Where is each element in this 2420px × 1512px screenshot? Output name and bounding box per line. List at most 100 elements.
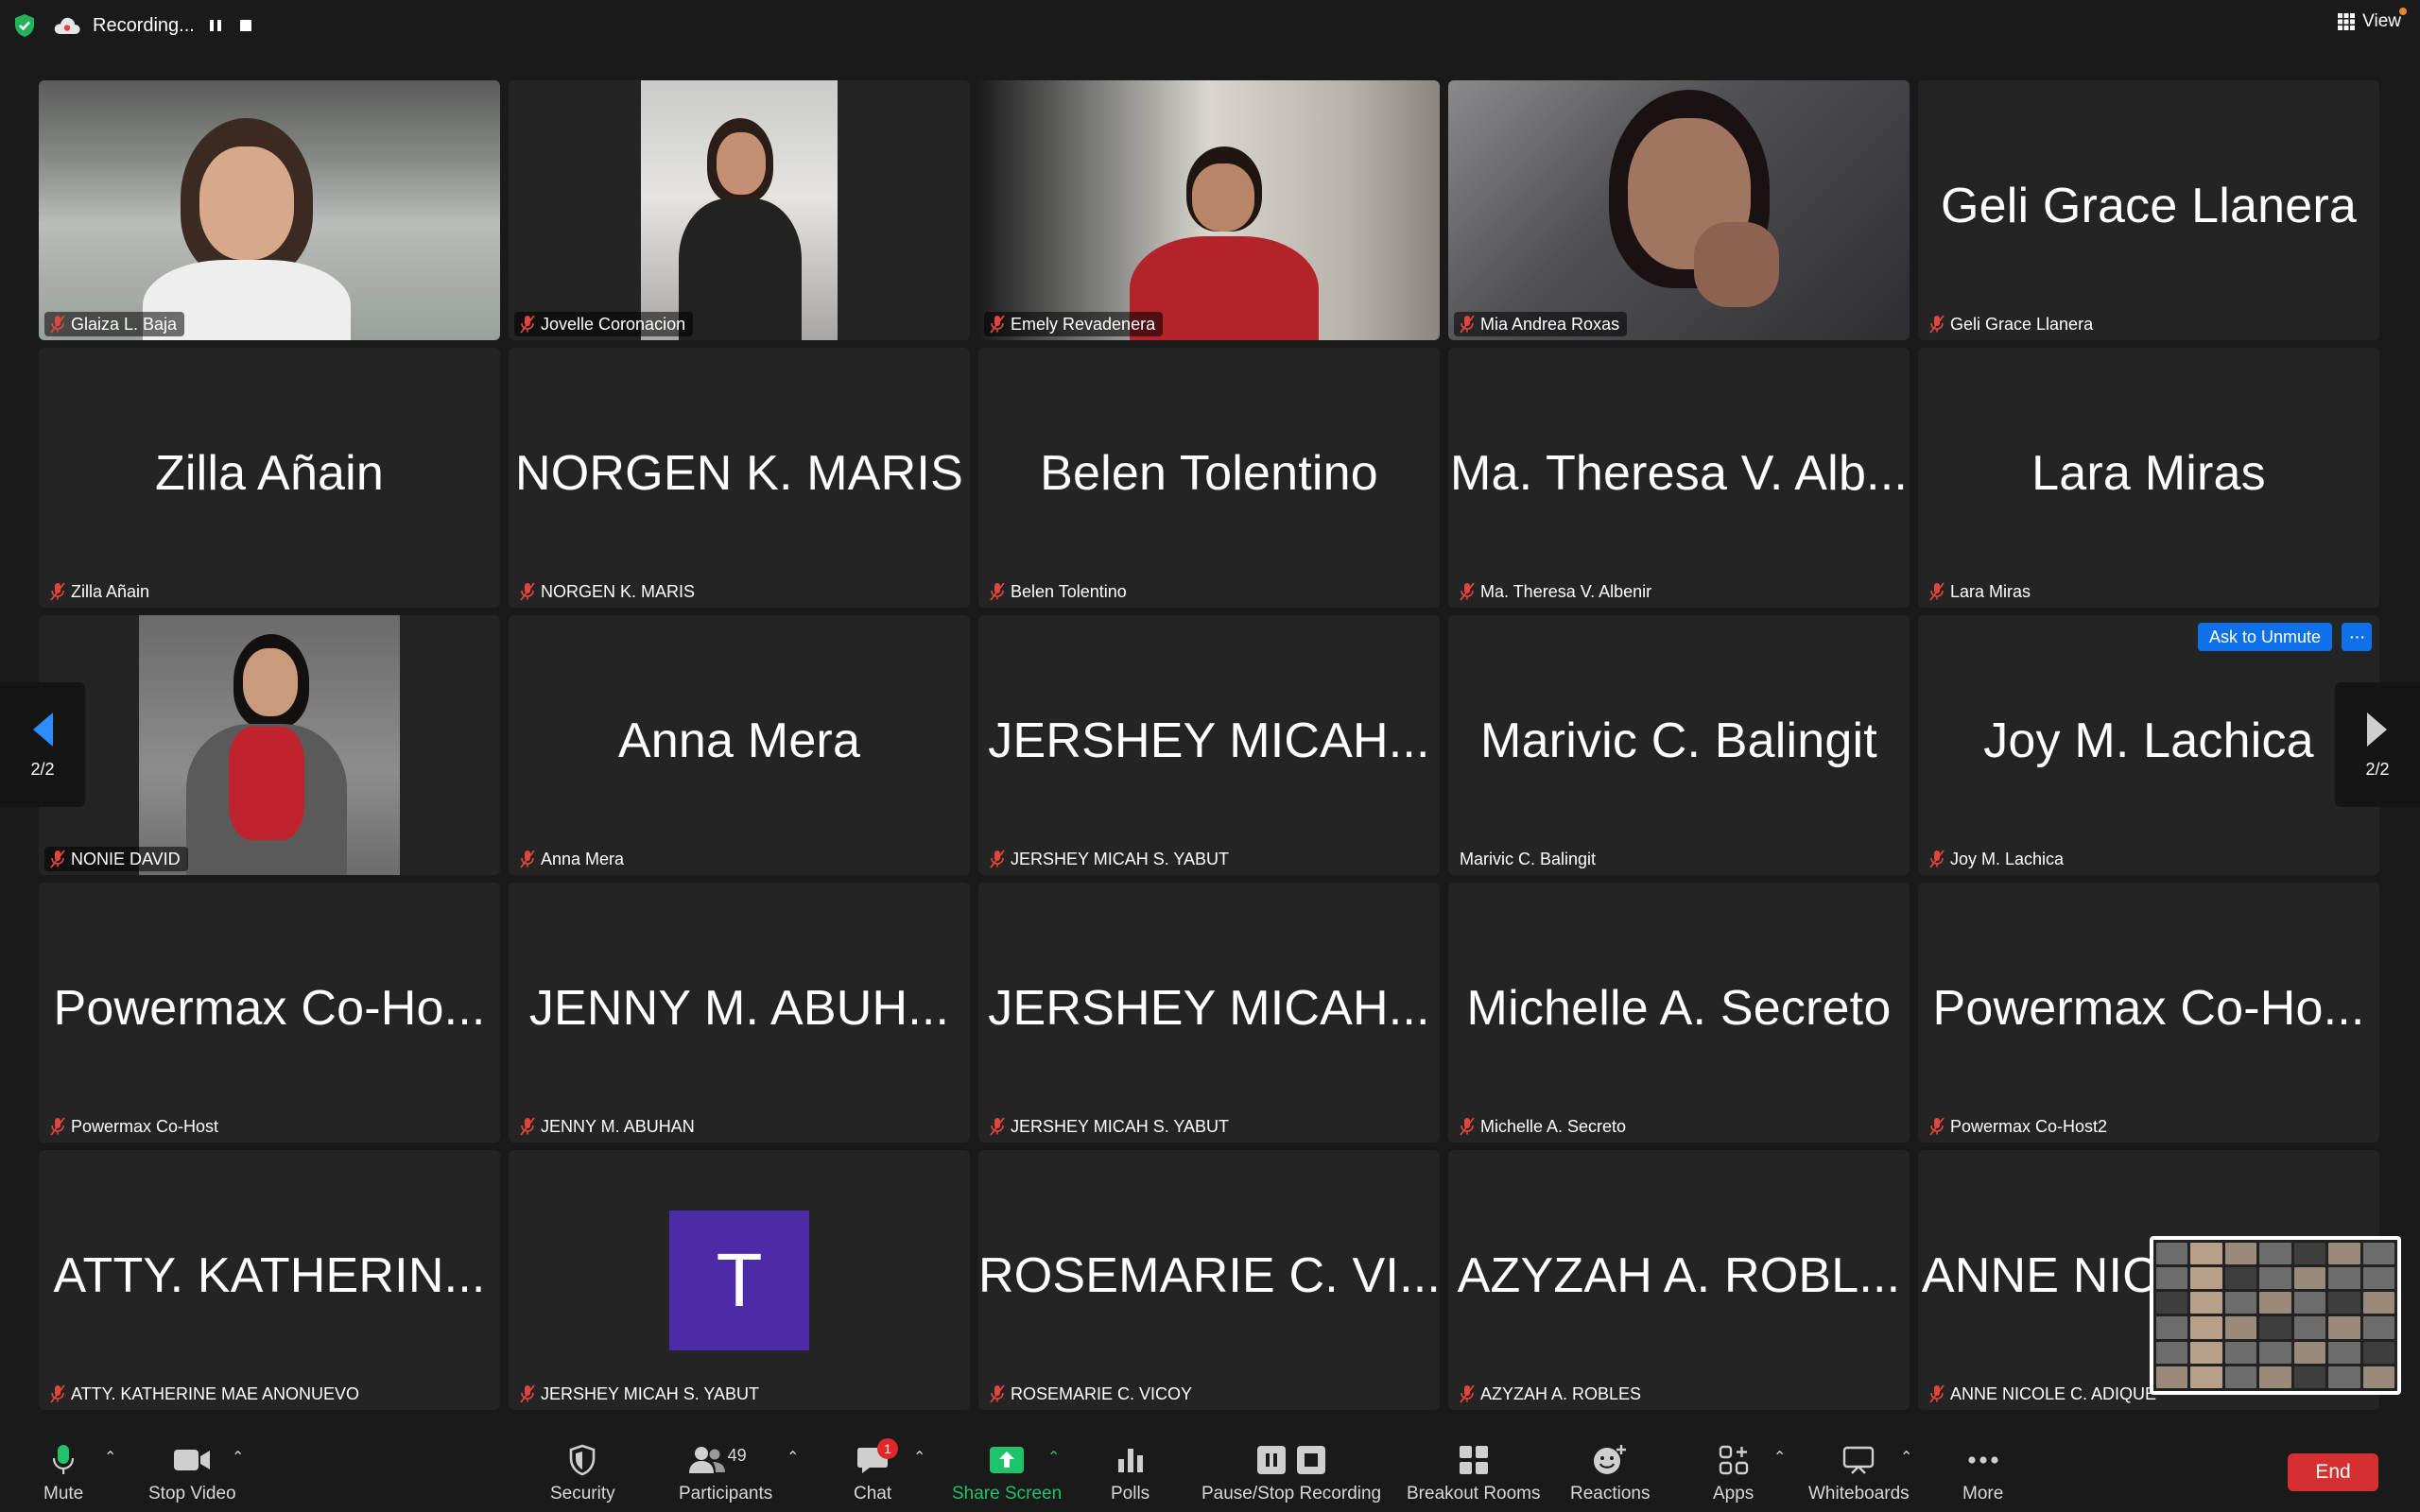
thumbnail-cell — [2328, 1366, 2360, 1388]
share-screen-icon — [990, 1447, 1025, 1473]
participant-name: Belen Tolentino — [1011, 581, 1127, 601]
participant-tile[interactable]: NORGEN K. MARIS NORGEN K. MARIS — [509, 348, 970, 608]
meeting-top-bar: Recording... View — [0, 0, 2420, 53]
participant-name-tag: JERSHEY MICAH S. YABUT — [984, 847, 1236, 871]
participant-tile[interactable]: JERSHEY MICAH... JERSHEY MICAH S. YABUT — [978, 883, 1440, 1143]
participant-display-name: Ma. Theresa V. Alb... — [1449, 445, 1909, 501]
share-screen-label: Share Screen — [952, 1484, 1063, 1503]
participant-tile[interactable]: Marivic C. Balingit Marivic C. Balingit — [1448, 615, 1910, 875]
pause-stop-recording-button[interactable]: Pause/Stop Recording — [1201, 1442, 1381, 1504]
chat-options-caret[interactable]: ⌃ — [913, 1448, 925, 1467]
stop-icon — [239, 20, 251, 31]
thumbnail-cell — [2224, 1341, 2257, 1364]
security-button[interactable]: Security — [550, 1442, 615, 1504]
apps-button[interactable]: Apps — [1713, 1442, 1754, 1504]
participant-name-tag: Ma. Theresa V. Albenir — [1454, 579, 1659, 604]
reactions-button[interactable]: Reactions — [1570, 1442, 1651, 1504]
polls-button[interactable]: Polls — [1111, 1442, 1150, 1504]
participant-tile[interactable]: T JERSHEY MICAH S. YABUT — [509, 1150, 970, 1410]
participant-tile[interactable]: Belen Tolentino Belen Tolentino — [978, 348, 1440, 608]
stop-recording-button[interactable] — [236, 16, 255, 35]
thumbnail-cell — [2224, 1292, 2257, 1314]
participant-name: Ma. Theresa V. Albenir — [1480, 581, 1652, 601]
shield-check-icon[interactable] — [13, 13, 36, 38]
participant-more-button[interactable]: ··· — [2342, 623, 2372, 651]
participant-tile[interactable]: JENNY M. ABUH... JENNY M. ABUHAN — [509, 883, 970, 1143]
participants-options-caret[interactable]: ⌃ — [786, 1448, 799, 1467]
participant-name-tag: NORGEN K. MARIS — [514, 579, 702, 604]
participant-name-tag: JENNY M. ABUHAN — [514, 1114, 702, 1139]
apps-options-caret[interactable]: ⌃ — [1773, 1448, 1786, 1467]
muted-microphone-icon — [50, 1117, 65, 1136]
breakout-rooms-button[interactable]: Breakout Rooms — [1407, 1442, 1541, 1504]
participant-tile[interactable]: Mia Andrea Roxas — [1448, 80, 1910, 340]
reactions-label: Reactions — [1570, 1484, 1651, 1503]
share-options-caret[interactable]: ⌃ — [1047, 1448, 1060, 1467]
participant-tile[interactable]: Anna Mera Anna Mera — [509, 615, 970, 875]
participant-tile[interactable]: Geli Grace Llanera Geli Grace Llanera — [1918, 80, 2379, 340]
apps-icon — [1719, 1445, 1748, 1475]
participant-name-tag: Emely Revadenera — [984, 312, 1164, 336]
view-button[interactable]: View — [2338, 8, 2407, 32]
participant-photo — [139, 615, 400, 875]
participant-name-tag: Glaiza L. Baja — [44, 312, 185, 336]
participant-display-name: Belen Tolentino — [1040, 445, 1378, 501]
share-screen-button[interactable]: Share Screen — [952, 1442, 1062, 1504]
thumbnail-cell — [2156, 1292, 2188, 1314]
pause-recording-button[interactable] — [206, 16, 225, 35]
muted-microphone-icon — [1929, 850, 1945, 868]
participant-tile[interactable]: AZYZAH A. ROBL... AZYZAH A. ROBLES — [1448, 1150, 1910, 1410]
participant-tile[interactable]: Joy M. Lachica Joy M. Lachica Ask to Unmut… — [1918, 615, 2379, 875]
participant-tile[interactable]: Powermax Co-Ho... Powermax Co-Host2 — [1918, 883, 2379, 1143]
participant-name-tag: Jovelle Coronacion — [514, 312, 694, 336]
next-page-button[interactable]: 2/2 — [2335, 682, 2420, 807]
grid-view-icon — [2338, 13, 2356, 30]
participant-tile[interactable]: Powermax Co-Ho... Powermax Co-Host — [39, 883, 500, 1143]
participant-name: JERSHEY MICAH S. YABUT — [1011, 1116, 1230, 1136]
self-view-thumbnail[interactable] — [2150, 1236, 2401, 1395]
muted-microphone-icon — [520, 582, 535, 601]
participant-tile[interactable]: Lara Miras Lara Miras — [1918, 348, 2379, 608]
participant-name: ANNE NICOLE C. ADIQUE — [1950, 1383, 2157, 1403]
participant-name: JENNY M. ABUHAN — [541, 1116, 695, 1136]
whiteboards-options-caret[interactable]: ⌃ — [1900, 1448, 1912, 1467]
participant-name: Anna Mera — [541, 849, 625, 868]
thumbnail-cell — [2362, 1341, 2394, 1364]
mute-button[interactable]: Mute — [43, 1442, 83, 1504]
participants-button[interactable]: 49 Participants — [679, 1442, 772, 1504]
whiteboards-button[interactable]: Whiteboards — [1808, 1442, 1910, 1504]
participant-tile[interactable]: Zilla Añain Zilla Añain — [39, 348, 500, 608]
participant-display-name: Joy M. Lachica — [1983, 713, 2314, 768]
participant-tile[interactable]: Glaiza L. Baja — [39, 80, 500, 340]
thumbnail-cell — [2156, 1341, 2188, 1364]
participant-name: Marivic C. Balingit — [1460, 849, 1597, 868]
gallery-grid: Glaiza L. Baja Jovelle Coronacion Emely Re… — [39, 80, 2379, 1410]
end-meeting-button[interactable]: End — [2288, 1453, 2378, 1491]
participant-tile[interactable]: ROSEMARIE C. VI... ROSEMARIE C. VICOY — [978, 1150, 1440, 1410]
participant-display-name: JENNY M. ABUH... — [528, 980, 950, 1036]
more-button[interactable]: More — [1962, 1442, 2003, 1504]
participant-tile[interactable]: Emely Revadenera — [978, 80, 1440, 340]
chat-button[interactable]: 1 Chat — [854, 1438, 899, 1504]
participant-tile[interactable]: Ma. Theresa V. Alb... Ma. Theresa V. Albe… — [1448, 348, 1910, 608]
participant-tile[interactable]: ATTY. KATHERIN... ATTY. KATHERINE MAE ANO… — [39, 1150, 500, 1410]
participant-name: Powermax Co-Host2 — [1950, 1116, 2108, 1136]
participant-name: Glaiza L. Baja — [71, 314, 178, 334]
audio-options-caret[interactable]: ⌃ — [104, 1448, 116, 1467]
stop-recording-icon — [1297, 1446, 1326, 1474]
participant-tile[interactable]: Michelle A. Secreto Michelle A. Secreto — [1448, 883, 1910, 1143]
participant-tile[interactable]: NONIE DAVID — [39, 615, 500, 875]
microphone-icon — [53, 1445, 75, 1474]
stop-video-button[interactable]: Stop Video — [148, 1442, 236, 1504]
participant-tile[interactable]: Jovelle Coronacion — [509, 80, 970, 340]
breakout-rooms-icon — [1459, 1446, 1488, 1474]
participant-tile[interactable]: JERSHEY MICAH... JERSHEY MICAH S. YABUT — [978, 615, 1440, 875]
participant-name-tag: ANNE NICOLE C. ADIQUE — [1924, 1382, 2164, 1406]
participant-name: Geli Grace Llanera — [1950, 314, 2094, 334]
participant-video — [978, 80, 1440, 340]
video-options-caret[interactable]: ⌃ — [232, 1448, 244, 1467]
apps-label: Apps — [1713, 1484, 1754, 1503]
thumbnail-cell — [2293, 1243, 2326, 1265]
ask-to-unmute-button[interactable]: Ask to Unmute — [2197, 623, 2332, 651]
previous-page-button[interactable]: 2/2 — [0, 682, 85, 807]
